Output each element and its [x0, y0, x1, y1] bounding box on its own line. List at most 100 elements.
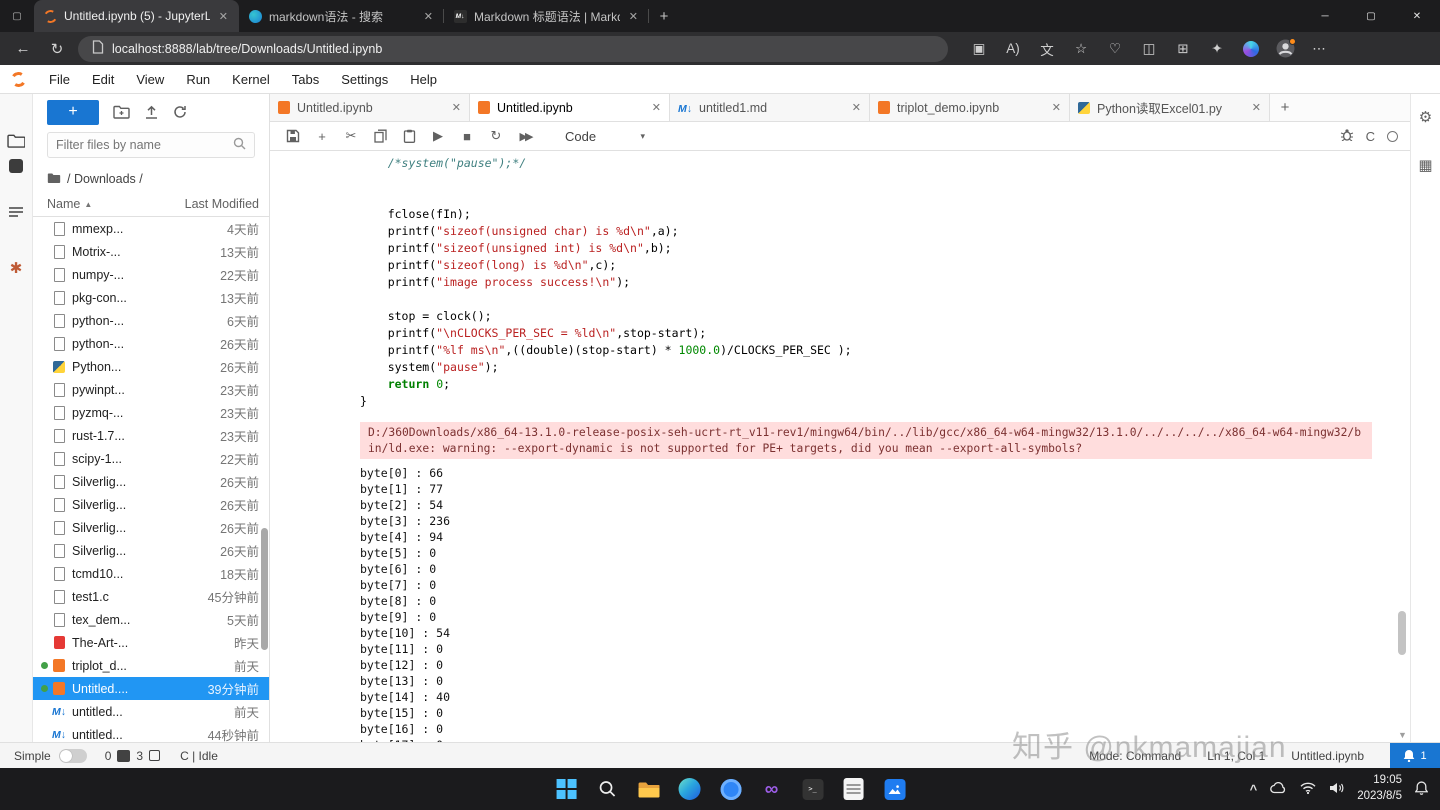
volume-icon[interactable] [1329, 782, 1344, 797]
file-row[interactable]: Silverlig...26天前 [33, 493, 269, 516]
file-row[interactable]: Untitled....39分钟前 [33, 677, 269, 700]
file-row[interactable]: pywinpt...23天前 [33, 378, 269, 401]
tab-close-icon[interactable]: ✕ [452, 101, 461, 114]
menu-settings[interactable]: Settings [330, 72, 399, 87]
close-window-button[interactable]: ✕ [1394, 0, 1440, 32]
file-row[interactable]: python-...6天前 [33, 309, 269, 332]
column-name[interactable]: Name [47, 197, 80, 211]
code-line[interactable]: printf("sizeof(unsigned int) is %d\n",b)… [360, 240, 1372, 257]
tab-actions-menu-icon[interactable]: ▢ [0, 0, 34, 32]
file-row[interactable]: python-...26天前 [33, 332, 269, 355]
file-row[interactable]: tex_dem...5天前 [33, 608, 269, 631]
read-aloud-icon[interactable]: A) [998, 36, 1028, 62]
file-row[interactable]: M↓untitled...前天 [33, 700, 269, 723]
add-cell-icon[interactable]: + [311, 125, 333, 147]
clock[interactable]: 19:05 2023/8/5 [1357, 773, 1402, 804]
document-tab[interactable]: Untitled.ipynb✕ [270, 94, 470, 121]
taskbar-search-button[interactable] [596, 777, 620, 801]
back-button[interactable]: ← [10, 36, 36, 62]
sparkle-icon[interactable]: ✦ [1202, 36, 1232, 62]
copy-cell-icon[interactable] [369, 125, 391, 147]
run-cell-icon[interactable]: ▶ [427, 125, 449, 147]
scrollbar-thumb[interactable] [1398, 611, 1406, 655]
menu-file[interactable]: File [38, 72, 81, 87]
file-browser-tab-icon[interactable] [5, 130, 27, 150]
profile-avatar[interactable] [1270, 36, 1300, 62]
collections-icon[interactable]: ⊞ [1168, 36, 1198, 62]
minimize-button[interactable]: ─ [1302, 0, 1348, 32]
menu-tabs[interactable]: Tabs [281, 72, 330, 87]
taskbar-edge-button[interactable] [678, 777, 702, 801]
code-line[interactable] [360, 172, 1372, 189]
taskbar-pinned-blue-button[interactable] [719, 777, 743, 801]
hidden-icons-chevron[interactable]: ^ [1250, 782, 1258, 797]
menu-run[interactable]: Run [175, 72, 221, 87]
browser-essentials-icon[interactable]: ♡ [1100, 36, 1130, 62]
code-line[interactable] [360, 291, 1372, 308]
file-row[interactable]: Silverlig...26天前 [33, 539, 269, 562]
document-tab[interactable]: M↓untitled1.md✕ [670, 94, 870, 121]
new-tab-button[interactable]: + [649, 0, 679, 32]
kernel-status-icon[interactable] [1387, 131, 1398, 142]
tab-close-icon[interactable]: ✕ [627, 10, 640, 23]
new-folder-icon[interactable] [113, 105, 130, 119]
tab-close-icon[interactable]: ✕ [1052, 101, 1061, 114]
taskbar-explorer-button[interactable] [637, 777, 661, 801]
file-row[interactable]: mmexp...4天前 [33, 217, 269, 240]
file-row[interactable]: pyzmq-...23天前 [33, 401, 269, 424]
notification-bell-icon[interactable] [1415, 781, 1428, 798]
tab-close-icon[interactable]: ✕ [1252, 101, 1261, 114]
restart-kernel-icon[interactable]: ↻ [485, 125, 507, 147]
page-capture-icon[interactable]: ▣ [964, 36, 994, 62]
sessions-status[interactable]: 0 3 [105, 749, 160, 763]
scroll-down-icon[interactable]: ▼ [1398, 730, 1407, 740]
file-row[interactable]: Silverlig...26天前 [33, 470, 269, 493]
menu-kernel[interactable]: Kernel [221, 72, 281, 87]
breadcrumb-path[interactable]: / Downloads / [67, 172, 143, 186]
new-launcher-button[interactable]: + [47, 100, 99, 125]
filter-box[interactable] [47, 132, 255, 158]
cloud-icon[interactable] [1270, 782, 1287, 797]
browser-tab[interactable]: Untitled.ipynb (5) - JupyterLab✕ [34, 0, 239, 32]
upload-icon[interactable] [144, 105, 159, 119]
tab-close-icon[interactable]: ✕ [652, 101, 661, 114]
browser-menu-icon[interactable]: ⋯ [1304, 36, 1334, 62]
maximize-button[interactable]: ▢ [1348, 0, 1394, 32]
file-row[interactable]: test1.c45分钟前 [33, 585, 269, 608]
browser-tab[interactable]: M↓Markdown 标题语法 | Markdown✕ [444, 0, 649, 32]
extension-star-icon[interactable]: ✱ [5, 258, 27, 278]
breadcrumb[interactable]: / Downloads / [33, 166, 269, 192]
taskbar-visual-studio-button[interactable]: ∞ [760, 777, 784, 801]
file-row[interactable]: triplot_d...前天 [33, 654, 269, 677]
code-line[interactable]: stop = clock(); [360, 308, 1372, 325]
code-line[interactable]: } [360, 393, 1372, 410]
tab-close-icon[interactable]: ✕ [852, 101, 861, 114]
paste-cell-icon[interactable] [398, 125, 420, 147]
copilot-icon[interactable] [1236, 36, 1266, 62]
debugger-bug-icon[interactable] [1340, 128, 1354, 144]
new-document-tab-button[interactable]: + [1270, 94, 1300, 121]
code-line[interactable]: return 0; [360, 376, 1372, 393]
address-bar[interactable] [78, 36, 948, 62]
browser-tab[interactable]: markdown语法 - 搜索✕ [239, 0, 444, 32]
code-line[interactable]: /*system("pause");*/ [360, 155, 1372, 172]
simple-mode-toggle[interactable] [59, 749, 87, 763]
refresh-button[interactable]: ↻ [44, 36, 70, 62]
file-row[interactable]: pkg-con...13天前 [33, 286, 269, 309]
file-row[interactable]: Python...26天前 [33, 355, 269, 378]
menu-help[interactable]: Help [399, 72, 448, 87]
document-tab[interactable]: Python读取Excel01.py✕ [1070, 94, 1270, 121]
site-info-icon[interactable] [92, 40, 104, 57]
code-editor[interactable]: /*system("pause");*/ fclose(fIn); printf… [360, 155, 1372, 410]
code-line[interactable] [360, 189, 1372, 206]
favorite-star-icon[interactable]: ☆ [1066, 36, 1096, 62]
code-line[interactable]: printf("%lf ms\n",((double)(stop-start) … [360, 342, 1372, 359]
code-line[interactable]: printf("image process success!\n"); [360, 274, 1372, 291]
code-line[interactable]: printf("sizeof(unsigned char) is %d\n",a… [360, 223, 1372, 240]
document-tab[interactable]: triplot_demo.ipynb✕ [870, 94, 1070, 121]
split-screen-icon[interactable]: ◫ [1134, 36, 1164, 62]
extension-grid-icon[interactable]: ▦ [1418, 156, 1432, 174]
save-icon[interactable] [282, 125, 304, 147]
property-inspector-gear-icon[interactable]: ⚙ [1419, 108, 1432, 126]
notifications-button[interactable]: 1 [1390, 743, 1440, 769]
